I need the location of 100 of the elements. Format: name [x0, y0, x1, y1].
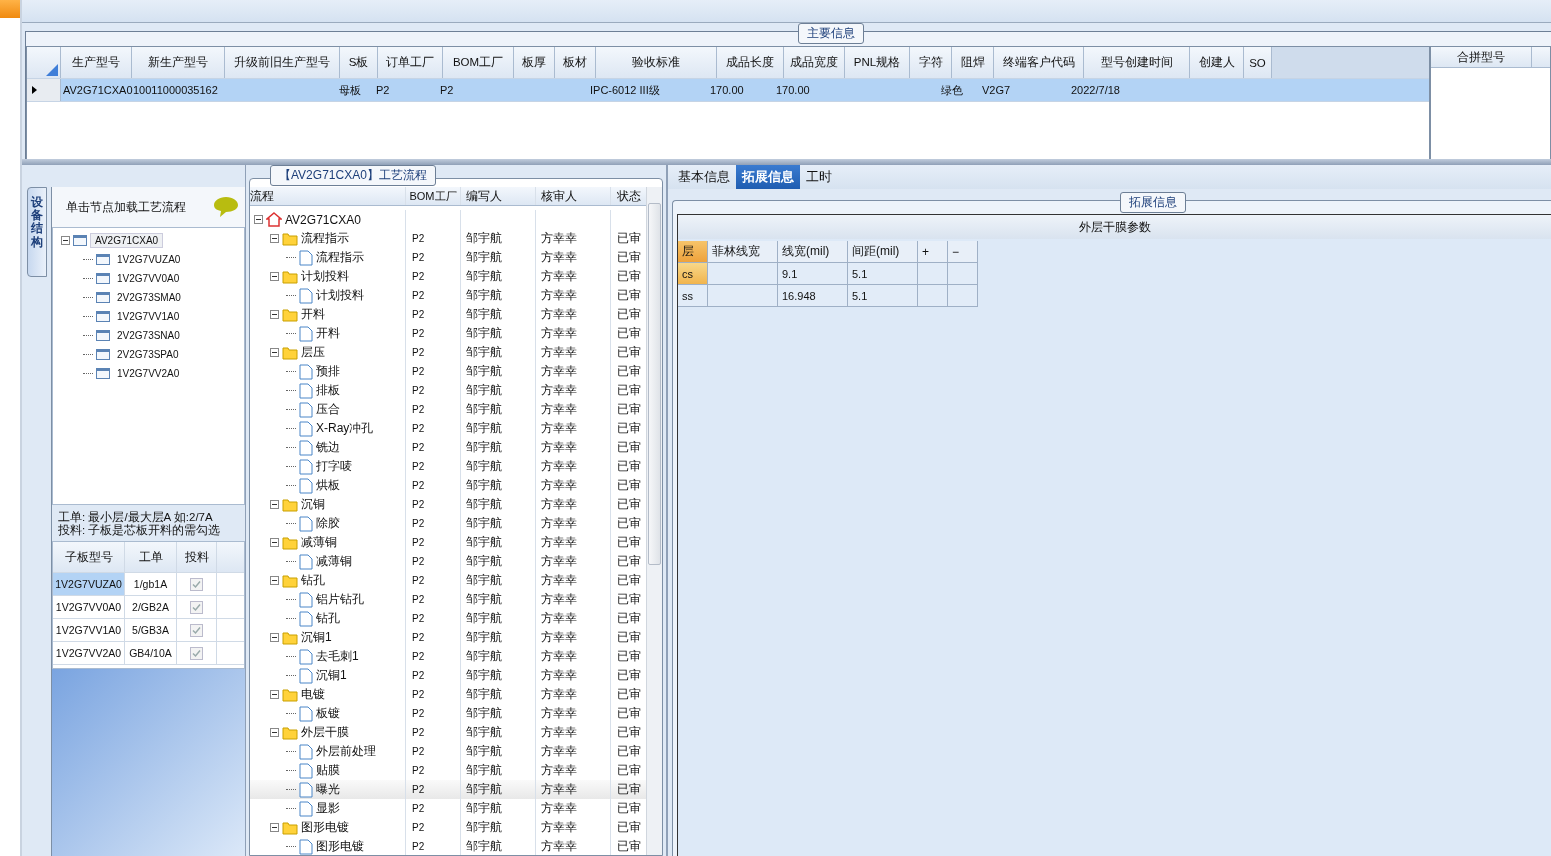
- collapse-icon[interactable]: [270, 576, 279, 585]
- column-header[interactable]: 新生产型号: [132, 47, 225, 78]
- column-header[interactable]: 板材: [555, 47, 596, 78]
- tree-row[interactable]: 减薄铜 P2 邹宇航 方幸幸 已审: [250, 552, 647, 571]
- collapse-icon[interactable]: [270, 500, 279, 509]
- column-header[interactable]: 升级前旧生产型号: [225, 47, 340, 78]
- column-header[interactable]: 成品宽度: [784, 47, 845, 78]
- collapse-icon[interactable]: [270, 310, 279, 319]
- column-header[interactable]: 流程: [250, 187, 406, 205]
- column-header[interactable]: 阻焊: [952, 47, 994, 78]
- column-header[interactable]: −: [948, 241, 978, 263]
- column-header[interactable]: S板: [340, 47, 378, 78]
- collapse-icon[interactable]: [270, 234, 279, 243]
- tree-row[interactable]: 预排 P2 邹宇航 方幸幸 已审: [250, 362, 647, 381]
- tree-row[interactable]: 压合 P2 邹宇航 方幸幸 已审: [250, 400, 647, 419]
- column-header[interactable]: 验收标准: [596, 47, 717, 78]
- column-header[interactable]: 编写人: [461, 187, 536, 205]
- column-header[interactable]: BOM工厂: [406, 187, 461, 205]
- tree-item[interactable]: 2V2G73SMA0: [113, 291, 185, 304]
- collapse-icon[interactable]: [254, 215, 263, 224]
- collapse-icon[interactable]: [270, 272, 279, 281]
- tree-row[interactable]: AV2G71CXA0: [250, 210, 647, 229]
- collapse-icon[interactable]: [270, 728, 279, 737]
- tree-row[interactable]: 外层干膜 P2 邹宇航 方幸幸 已审: [250, 723, 647, 742]
- tree-row[interactable]: 除胶 P2 邹宇航 方幸幸 已审: [250, 514, 647, 533]
- collapse-icon[interactable]: [61, 236, 70, 245]
- column-header[interactable]: 层: [678, 241, 708, 263]
- column-header[interactable]: 状态: [611, 187, 648, 205]
- row-header[interactable]: ss: [678, 285, 708, 307]
- scrollbar[interactable]: [646, 187, 662, 855]
- column-header[interactable]: PNL规格: [845, 47, 910, 78]
- collapse-icon[interactable]: [270, 538, 279, 547]
- tree-row[interactable]: 曝光 P2 邹宇航 方幸幸 已审: [250, 780, 647, 799]
- column-header[interactable]: BOM工厂: [443, 47, 514, 78]
- scroll-thumb[interactable]: [648, 203, 661, 565]
- column-header[interactable]: 板厚: [514, 47, 555, 78]
- column-header[interactable]: 终端客户代码: [994, 47, 1084, 78]
- column-header[interactable]: 订单工厂: [378, 47, 443, 78]
- tree-row[interactable]: 烘板 P2 邹宇航 方幸幸 已审: [250, 476, 647, 495]
- tree-item[interactable]: 1V2G7VV0A0: [113, 272, 184, 285]
- tree-row[interactable]: 铝片钻孔 P2 邹宇航 方幸幸 已审: [250, 590, 647, 609]
- column-header[interactable]: 间距(mil): [848, 241, 918, 263]
- column-header[interactable]: 投料: [177, 542, 217, 572]
- grid-row[interactable]: AV2G71CXA010011000035162 母板 P2 P2 IPC-6012 III级 170.00 170.00 绿色 V2G7 2022/7/18: [27, 79, 1429, 102]
- tab[interactable]: 拓展信息: [736, 165, 800, 189]
- tree-row[interactable]: 板镀 P2 邹宇航 方幸幸 已审: [250, 704, 647, 723]
- column-header[interactable]: 生产型号: [61, 47, 132, 78]
- column-header[interactable]: 核审人: [536, 187, 611, 205]
- tree-row[interactable]: 图形电镀 P2 邹宇航 方幸幸 已审: [250, 837, 647, 855]
- tree-item[interactable]: 1V2G7VV1A0: [113, 310, 184, 323]
- checkbox[interactable]: [190, 623, 203, 637]
- column-header[interactable]: +: [918, 241, 948, 263]
- row-header[interactable]: cs: [678, 263, 708, 285]
- checkbox[interactable]: [190, 577, 203, 591]
- tree-row[interactable]: 计划投料 P2 邹宇航 方幸幸 已审: [250, 286, 647, 305]
- tree-row[interactable]: 打字唛 P2 邹宇航 方幸幸 已审: [250, 457, 647, 476]
- tree-item[interactable]: 1V2G7VUZA0: [113, 253, 185, 266]
- tree-row[interactable]: 沉铜 P2 邹宇航 方幸幸 已审: [250, 495, 647, 514]
- tree-row[interactable]: 显影 P2 邹宇航 方幸幸 已审: [250, 799, 647, 818]
- tab[interactable]: 工时: [800, 165, 838, 189]
- side-tab[interactable]: 设备结构: [27, 187, 47, 277]
- tree-row[interactable]: 计划投料 P2 邹宇航 方幸幸 已审: [250, 267, 647, 286]
- tree-row[interactable]: 流程指示 P2 邹宇航 方幸幸 已审: [250, 248, 647, 267]
- tree-item[interactable]: 1V2G7VV2A0: [113, 367, 184, 380]
- collapse-icon[interactable]: [270, 633, 279, 642]
- collapse-icon[interactable]: [270, 823, 279, 832]
- tree-row[interactable]: 钻孔 P2 邹宇航 方幸幸 已审: [250, 609, 647, 628]
- tree-label: 开料: [316, 325, 340, 342]
- column-header[interactable]: 线宽(mil): [778, 241, 848, 263]
- tree-row[interactable]: 图形电镀 P2 邹宇航 方幸幸 已审: [250, 818, 647, 837]
- document-icon: [299, 591, 313, 608]
- tree-row[interactable]: 电镀 P2 邹宇航 方幸幸 已审: [250, 685, 647, 704]
- tree-row[interactable]: 排板 P2 邹宇航 方幸幸 已审: [250, 381, 647, 400]
- tab[interactable]: 基本信息: [672, 165, 736, 189]
- tree-item[interactable]: 2V2G73SPA0: [113, 348, 183, 361]
- collapse-icon[interactable]: [270, 348, 279, 357]
- tree-row[interactable]: 沉铜1 P2 邹宇航 方幸幸 已审: [250, 666, 647, 685]
- tree-item[interactable]: AV2G71CXA0: [90, 233, 164, 248]
- tree-row[interactable]: 钻孔 P2 邹宇航 方幸幸 已审: [250, 571, 647, 590]
- column-header[interactable]: 成品长度: [717, 47, 784, 78]
- column-header[interactable]: 字符: [910, 47, 952, 78]
- checkbox[interactable]: [190, 646, 203, 660]
- column-header[interactable]: 创建人: [1190, 47, 1244, 78]
- tree-row[interactable]: 层压 P2 邹宇航 方幸幸 已审: [250, 343, 647, 362]
- column-header[interactable]: 子板型号: [53, 542, 125, 572]
- tree-row[interactable]: 外层前处理 P2 邹宇航 方幸幸 已审: [250, 742, 647, 761]
- collapse-icon[interactable]: [270, 690, 279, 699]
- column-header[interactable]: 菲林线宽: [708, 241, 778, 263]
- tree-row[interactable]: 开料 P2 邹宇航 方幸幸 已审: [250, 324, 647, 343]
- tree-row[interactable]: 减薄铜 P2 邹宇航 方幸幸 已审: [250, 533, 647, 552]
- column-header[interactable]: 型号创建时间: [1084, 47, 1190, 78]
- tree-row[interactable]: 去毛刺1 P2 邹宇航 方幸幸 已审: [250, 647, 647, 666]
- tree-row[interactable]: 流程指示 P2 邹宇航 方幸幸 已审: [250, 229, 647, 248]
- tree-item[interactable]: 2V2G73SNA0: [113, 329, 184, 342]
- tree-row[interactable]: 沉铜1 P2 邹宇航 方幸幸 已审: [250, 628, 647, 647]
- tree-row[interactable]: 开料 P2 邹宇航 方幸幸 已审: [250, 305, 647, 324]
- column-header[interactable]: 工单: [125, 542, 177, 572]
- checkbox[interactable]: [190, 600, 203, 614]
- tree-row[interactable]: 铣边 P2 邹宇航 方幸幸 已审: [250, 438, 647, 457]
- tree-row[interactable]: X-Ray冲孔 P2 邹宇航 方幸幸 已审: [250, 419, 647, 438]
